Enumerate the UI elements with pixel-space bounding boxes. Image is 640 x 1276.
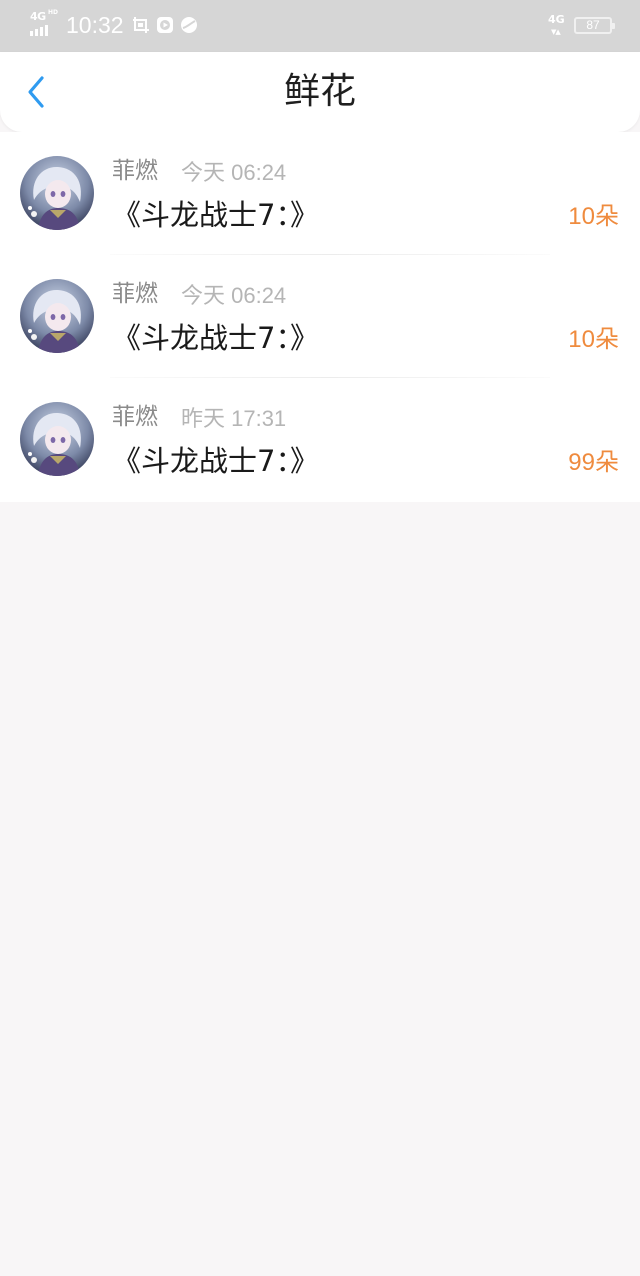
flower-amount: 10朵: [568, 203, 619, 230]
work-title[interactable]: 《斗龙战士7：》: [112, 319, 319, 357]
avatar[interactable]: [20, 156, 94, 230]
mobile-data-icon: 4G ▼▲: [548, 13, 565, 36]
back-button[interactable]: [18, 74, 54, 110]
status-time: 10:32: [66, 11, 124, 38]
flower-record-list: 菲燃 今天 06:24 《斗龙战士7：》 10朵 菲燃 今天 06:24 《斗龙…: [0, 132, 640, 502]
sent-time: 今天 06:24: [181, 283, 287, 308]
avatar[interactable]: [20, 279, 94, 353]
avatar-image: [20, 279, 94, 353]
video-notification-icon: [156, 16, 174, 34]
sent-time: 今天 06:24: [181, 160, 287, 185]
status-bar: 4G HD 10:32 4G ▼▲ 87: [0, 0, 640, 52]
battery-icon: 87: [574, 16, 615, 34]
battery-level: 87: [586, 18, 600, 32]
screenshot-notification-icon: [132, 16, 150, 34]
sender-name: 菲燃: [112, 281, 158, 307]
avatar-image: [20, 156, 94, 230]
list-item[interactable]: 菲燃 今天 06:24 《斗龙战士7：》 10朵: [0, 132, 640, 255]
mobile-data-label: 4G: [548, 13, 565, 26]
sender-name: 菲燃: [112, 404, 158, 430]
page-title: 鲜花: [283, 71, 356, 112]
chevron-left-icon: [28, 76, 44, 108]
avatar[interactable]: [20, 402, 94, 476]
flower-amount: 99朵: [568, 449, 619, 476]
sent-time: 昨天 17:31: [181, 406, 287, 431]
work-title[interactable]: 《斗龙战士7：》: [112, 442, 319, 480]
status-bar-right: 4G ▼▲ 87: [548, 13, 615, 36]
status-bar-left: 4G HD 10:32: [30, 9, 198, 40]
browser-notification-icon: [180, 16, 198, 34]
network-type-label: 4G: [30, 10, 46, 23]
hd-label: HD: [48, 9, 59, 16]
flower-amount: 10朵: [568, 326, 619, 353]
avatar-image: [20, 402, 94, 476]
list-item[interactable]: 菲燃 昨天 17:31 《斗龙战士7：》 99朵: [0, 378, 640, 501]
list-item[interactable]: 菲燃 今天 06:24 《斗龙战士7：》 10朵: [0, 255, 640, 378]
sender-name: 菲燃: [112, 158, 158, 184]
cellular-signal-icon: 4G HD: [30, 9, 60, 38]
header-bar: 鲜花: [0, 52, 640, 132]
work-title[interactable]: 《斗龙战士7：》: [112, 196, 319, 234]
